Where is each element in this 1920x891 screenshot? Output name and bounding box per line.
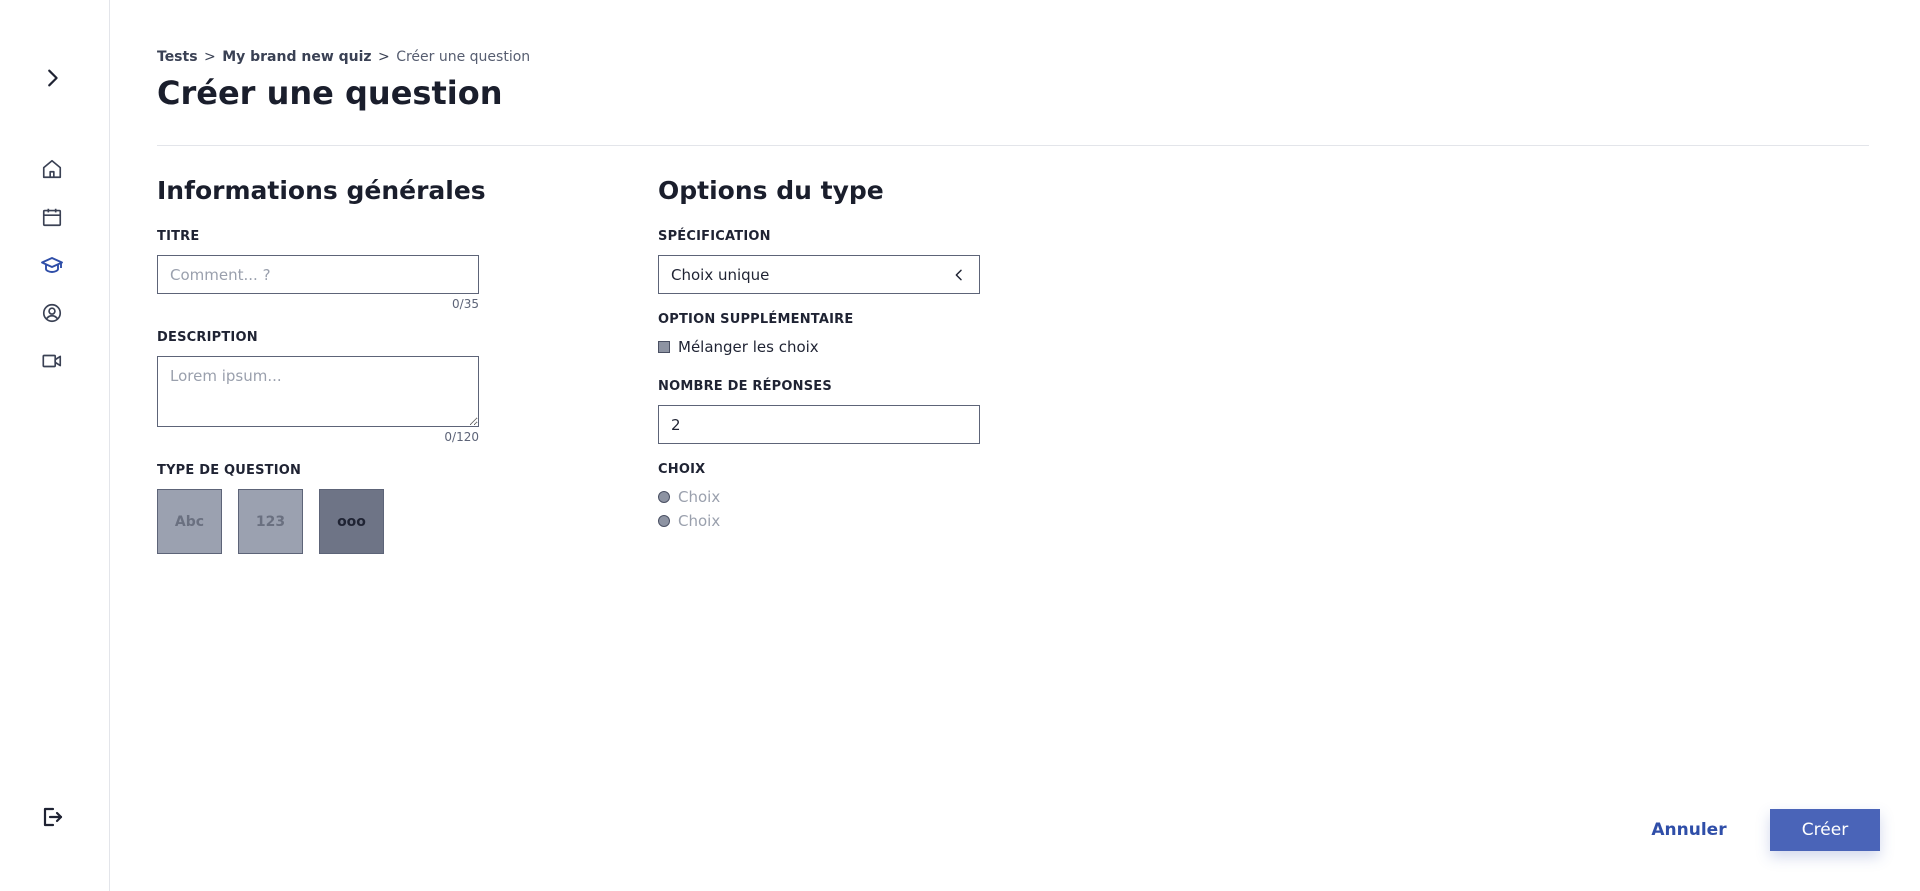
- breadcrumb-current: Créer une question: [396, 49, 531, 65]
- general-info-title: Informations générales: [157, 176, 486, 205]
- specification-label: SPÉCIFICATION: [658, 229, 771, 244]
- breadcrumb-separator: >: [204, 49, 216, 65]
- breadcrumb-item-quiz[interactable]: My brand new quiz: [222, 49, 371, 65]
- breadcrumb: Tests > My brand new quiz > Créer une qu…: [157, 49, 530, 65]
- video-icon: [42, 354, 62, 368]
- breadcrumb-separator: >: [378, 49, 390, 65]
- choices-label: CHOIX: [658, 462, 706, 477]
- page-title: Créer une question: [157, 74, 503, 112]
- choice-item[interactable]: Choix: [658, 512, 720, 530]
- question-type-label: TYPE DE QUESTION: [157, 463, 302, 478]
- user-circle-icon: [42, 303, 62, 323]
- sidebar: [0, 0, 110, 891]
- answers-count-input[interactable]: [658, 405, 980, 444]
- shuffle-choices-checkbox[interactable]: [658, 341, 670, 353]
- cancel-button[interactable]: Annuler: [1639, 809, 1739, 851]
- sidebar-item-tests[interactable]: [36, 249, 68, 281]
- question-type-choice-button[interactable]: ooo: [319, 489, 384, 554]
- sidebar-item-video[interactable]: [36, 345, 68, 377]
- titre-input[interactable]: [157, 255, 479, 294]
- shuffle-choices-checkbox-row[interactable]: Mélanger les choix: [658, 338, 819, 356]
- graduation-cap-icon: [41, 257, 63, 273]
- titre-label: TITRE: [157, 229, 200, 244]
- titre-char-counter: 0/35: [452, 297, 479, 311]
- main-content: Tests > My brand new quiz > Créer une qu…: [157, 0, 1880, 891]
- question-type-text-button[interactable]: Abc: [157, 489, 222, 554]
- chevron-left-icon: [955, 269, 962, 281]
- calendar-icon: [42, 208, 62, 227]
- header-divider: [157, 145, 1869, 146]
- specification-select-value: Choix unique: [671, 265, 770, 284]
- breadcrumb-item-tests[interactable]: Tests: [157, 49, 198, 65]
- sidebar-item-home[interactable]: [36, 153, 68, 185]
- logout-icon: [43, 807, 63, 827]
- home-icon: [42, 159, 62, 179]
- choice-item[interactable]: Choix: [658, 488, 720, 506]
- create-button[interactable]: Créer: [1770, 809, 1880, 851]
- logout-button[interactable]: [36, 801, 68, 833]
- chevron-right-icon: [48, 69, 58, 87]
- question-type-number-button[interactable]: 123: [238, 489, 303, 554]
- specification-select[interactable]: Choix unique: [658, 255, 980, 294]
- type-options-title: Options du type: [658, 176, 884, 205]
- shuffle-choices-label: Mélanger les choix: [678, 338, 819, 356]
- sidebar-toggle-button[interactable]: [36, 62, 68, 94]
- description-label: DESCRIPTION: [157, 330, 258, 345]
- sidebar-item-profile[interactable]: [36, 297, 68, 329]
- choice-label: Choix: [678, 488, 721, 506]
- choice-label: Choix: [678, 512, 721, 530]
- description-textarea[interactable]: [157, 356, 479, 427]
- answers-count-label: NOMBRE DE RÉPONSES: [658, 379, 832, 394]
- choice-radio[interactable]: [658, 491, 670, 503]
- extra-option-label: OPTION SUPPLÉMENTAIRE: [658, 312, 854, 327]
- description-char-counter: 0/120: [444, 430, 479, 444]
- sidebar-item-calendar[interactable]: [36, 201, 68, 233]
- choice-radio[interactable]: [658, 515, 670, 527]
